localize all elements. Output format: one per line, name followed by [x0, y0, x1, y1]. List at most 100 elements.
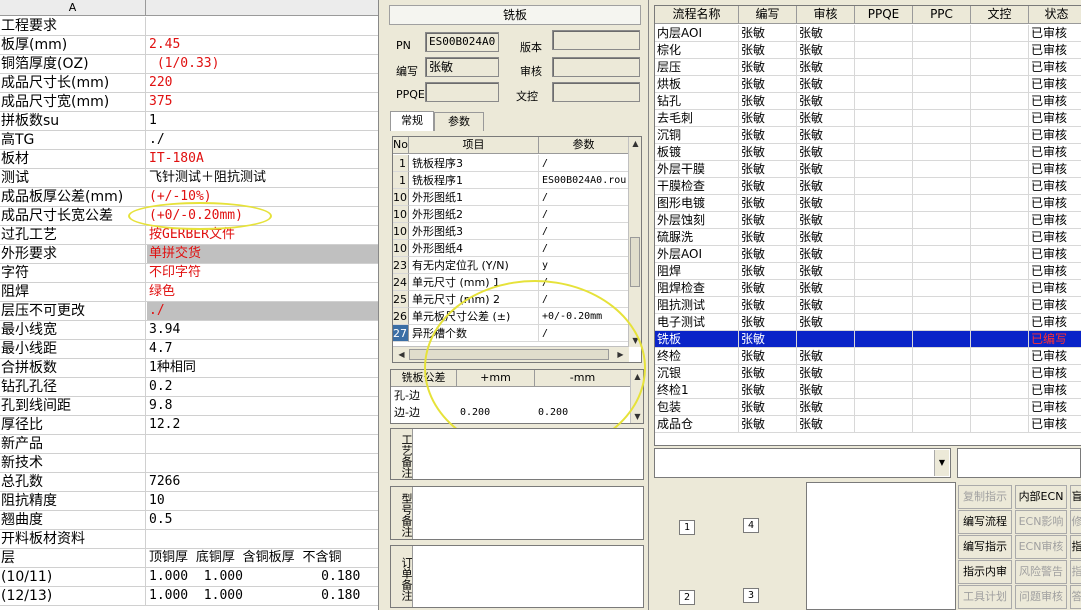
- sheet-row[interactable]: 层压不可更改 ./: [0, 302, 378, 321]
- table-row[interactable]: 烘板 张敏 张敏 已审核: [655, 76, 1081, 93]
- flow-header-5[interactable]: 文控: [971, 6, 1029, 24]
- sheet-cell-key[interactable]: 高TG: [0, 131, 146, 149]
- table-row[interactable]: 10 外形图纸2/: [393, 206, 629, 223]
- action-button-8[interactable]: 指: [1070, 535, 1081, 559]
- table-row[interactable]: 25 单元尺寸 (mm) 2/: [393, 291, 629, 308]
- table-row[interactable]: 成品仓 张敏 张敏 已审核: [655, 416, 1081, 433]
- sheet-row[interactable]: 外形要求 单拼交货: [0, 245, 378, 264]
- sheet-row[interactable]: 翘曲度 0.5: [0, 511, 378, 530]
- scroll-left-icon[interactable]: ◀: [395, 348, 408, 361]
- table-row[interactable]: 棕化 张敏 张敏 已审核: [655, 42, 1081, 59]
- tol-header-minus[interactable]: -mm: [535, 370, 631, 387]
- search-input[interactable]: [957, 448, 1081, 478]
- sheet-cell-key[interactable]: 成品尺寸长(mm): [0, 74, 146, 92]
- flow-header-4[interactable]: PPC: [913, 6, 971, 24]
- sheet-row[interactable]: 钻孔孔径 0.2: [0, 378, 378, 397]
- sheet-cell-value[interactable]: 220: [147, 74, 378, 92]
- sheet-cell-value[interactable]: 0.2: [147, 378, 378, 396]
- writer-field[interactable]: 张敏: [425, 57, 499, 77]
- table-row[interactable]: 10 外形图纸4/: [393, 240, 629, 257]
- sheet-row[interactable]: 成品板厚公差(mm) (+/-10%): [0, 188, 378, 207]
- number-button-2[interactable]: 2: [679, 590, 695, 605]
- sheet-row[interactable]: 开料板材资料: [0, 530, 378, 549]
- sheet-cell-key[interactable]: 厚径比: [0, 416, 146, 434]
- action-button-6[interactable]: 编写指示: [958, 535, 1012, 559]
- tab-general[interactable]: 常规: [390, 111, 434, 131]
- table-row[interactable]: 铣板 张敏 已编写: [655, 331, 1081, 348]
- table-row[interactable]: 干膜检查 张敏 张敏 已审核: [655, 178, 1081, 195]
- sheet-cell-key[interactable]: 成品尺寸长宽公差: [0, 207, 146, 225]
- chevron-down-icon[interactable]: ▼: [934, 450, 949, 476]
- sheet-row[interactable]: 字符 不印字符: [0, 264, 378, 283]
- sheet-cell-key[interactable]: (12/13): [0, 587, 146, 605]
- sheet-cell-value[interactable]: 按GERBER文件: [147, 226, 378, 244]
- sheet-row[interactable]: 合拼板数 1种相同: [0, 359, 378, 378]
- sheet-cell-value[interactable]: 顶铜厚 底铜厚 含铜板厚 不含铜: [147, 549, 378, 567]
- process-memo[interactable]: 工艺备注: [390, 428, 644, 480]
- action-button-7[interactable]: ECN审核: [1015, 535, 1067, 559]
- sheet-cell-key[interactable]: 字符: [0, 264, 146, 282]
- sheet-row[interactable]: (10/11) 1.000 1.000 0.180: [0, 568, 378, 587]
- table-row[interactable]: 沉银 张敏 张敏 已审核: [655, 365, 1081, 382]
- sheet-cell-key[interactable]: 最小线宽: [0, 321, 146, 339]
- sheet-row[interactable]: 过孔工艺 按GERBER文件: [0, 226, 378, 245]
- sheet-row[interactable]: 板材 IT-180A: [0, 150, 378, 169]
- table-row[interactable]: 阻抗测试 张敏 张敏 已审核: [655, 297, 1081, 314]
- sheet-cell-value[interactable]: 单拼交货: [147, 245, 378, 263]
- flow-header-3[interactable]: PPQE: [855, 6, 913, 24]
- sheet-cell-value[interactable]: [147, 454, 378, 472]
- number-button-1[interactable]: 1: [679, 520, 695, 535]
- sheet-row[interactable]: 孔到线间距 9.8: [0, 397, 378, 416]
- sheet-cell-value[interactable]: 10: [147, 492, 378, 510]
- sheet-cell-value[interactable]: 1.000 1.000 0.180: [147, 568, 378, 586]
- grid-horizontal-scrollbar[interactable]: ◀ ▶: [393, 346, 629, 362]
- sheet-row[interactable]: 成品尺寸宽(mm) 375: [0, 93, 378, 112]
- sheet-row[interactable]: 铜箔厚度(OZ) (1/0.33): [0, 55, 378, 74]
- sheet-row[interactable]: 工程要求: [0, 17, 378, 36]
- table-row[interactable]: 26 单元板尺寸公差 (±) +0/-0.20mm: [393, 308, 629, 325]
- sheet-cell-value[interactable]: [147, 17, 378, 35]
- sheet-cell-value[interactable]: 不印字符: [147, 264, 378, 282]
- tol-scrollbar[interactable]: ▲ ▼: [630, 370, 643, 423]
- sheet-cell-key[interactable]: 翘曲度: [0, 511, 146, 529]
- sheet-cell-key[interactable]: 成品板厚公差(mm): [0, 188, 146, 206]
- sheet-cell-key[interactable]: 测试: [0, 169, 146, 187]
- flow-select[interactable]: ▼: [654, 448, 951, 478]
- sheet-cell-key[interactable]: 开料板材资料: [0, 530, 146, 548]
- number-button-4[interactable]: 4: [743, 518, 759, 533]
- action-button-4[interactable]: ECN影响: [1015, 510, 1067, 534]
- table-row[interactable]: 终检1 张敏 张敏 已审核: [655, 382, 1081, 399]
- table-row[interactable]: 硫脲洗 张敏 张敏 已审核: [655, 229, 1081, 246]
- sheet-row[interactable]: 新产品: [0, 435, 378, 454]
- sheet-row[interactable]: 总孔数 7266: [0, 473, 378, 492]
- model-memo[interactable]: 型号备注: [390, 486, 644, 540]
- sheet-row[interactable]: 成品尺寸长(mm) 220: [0, 74, 378, 93]
- sheet-cell-key[interactable]: 最小线距: [0, 340, 146, 358]
- sheet-cell-key[interactable]: (10/11): [0, 568, 146, 586]
- sheet-row[interactable]: 成品尺寸长宽公差 (+0/-0.20mm): [0, 207, 378, 226]
- table-row[interactable]: 10 外形图纸3/: [393, 223, 629, 240]
- sheet-cell-value[interactable]: 375: [147, 93, 378, 111]
- sheet-cell-key[interactable]: 板材: [0, 150, 146, 168]
- sheet-cell-key[interactable]: 铜箔厚度(OZ): [0, 55, 146, 73]
- action-button-5[interactable]: 修: [1070, 510, 1081, 534]
- sheet-cell-value[interactable]: 1: [147, 112, 378, 130]
- scroll-right-icon[interactable]: ▶: [614, 348, 627, 361]
- sheet-row[interactable]: 拼板数su 1: [0, 112, 378, 131]
- order-memo[interactable]: 订单备注: [390, 545, 644, 608]
- table-row[interactable]: 内层AOI 张敏 张敏 已审核: [655, 25, 1081, 42]
- sheet-row[interactable]: 新技术: [0, 454, 378, 473]
- scroll-up-icon[interactable]: ▲: [629, 137, 641, 150]
- table-row[interactable]: 23 有无内定位孔 (Y/N) y: [393, 257, 629, 274]
- sheet-cell-key[interactable]: 成品尺寸宽(mm): [0, 93, 146, 111]
- doc-control-field[interactable]: [552, 82, 640, 102]
- sheet-cell-value[interactable]: IT-180A: [147, 150, 378, 168]
- sheet-cell-value[interactable]: 0.5: [147, 511, 378, 529]
- table-row[interactable]: 电子测试 张敏 张敏 已审核: [655, 314, 1081, 331]
- flow-header-0[interactable]: 流程名称: [655, 6, 739, 24]
- sheet-row[interactable]: 层顶铜厚 底铜厚 含铜板厚 不含铜: [0, 549, 378, 568]
- table-row[interactable]: 外层蚀刻 张敏 张敏 已审核: [655, 212, 1081, 229]
- scroll-down-icon[interactable]: ▼: [629, 334, 641, 347]
- sheet-cell-key[interactable]: 过孔工艺: [0, 226, 146, 244]
- table-row[interactable]: 沉铜 张敏 张敏 已审核: [655, 127, 1081, 144]
